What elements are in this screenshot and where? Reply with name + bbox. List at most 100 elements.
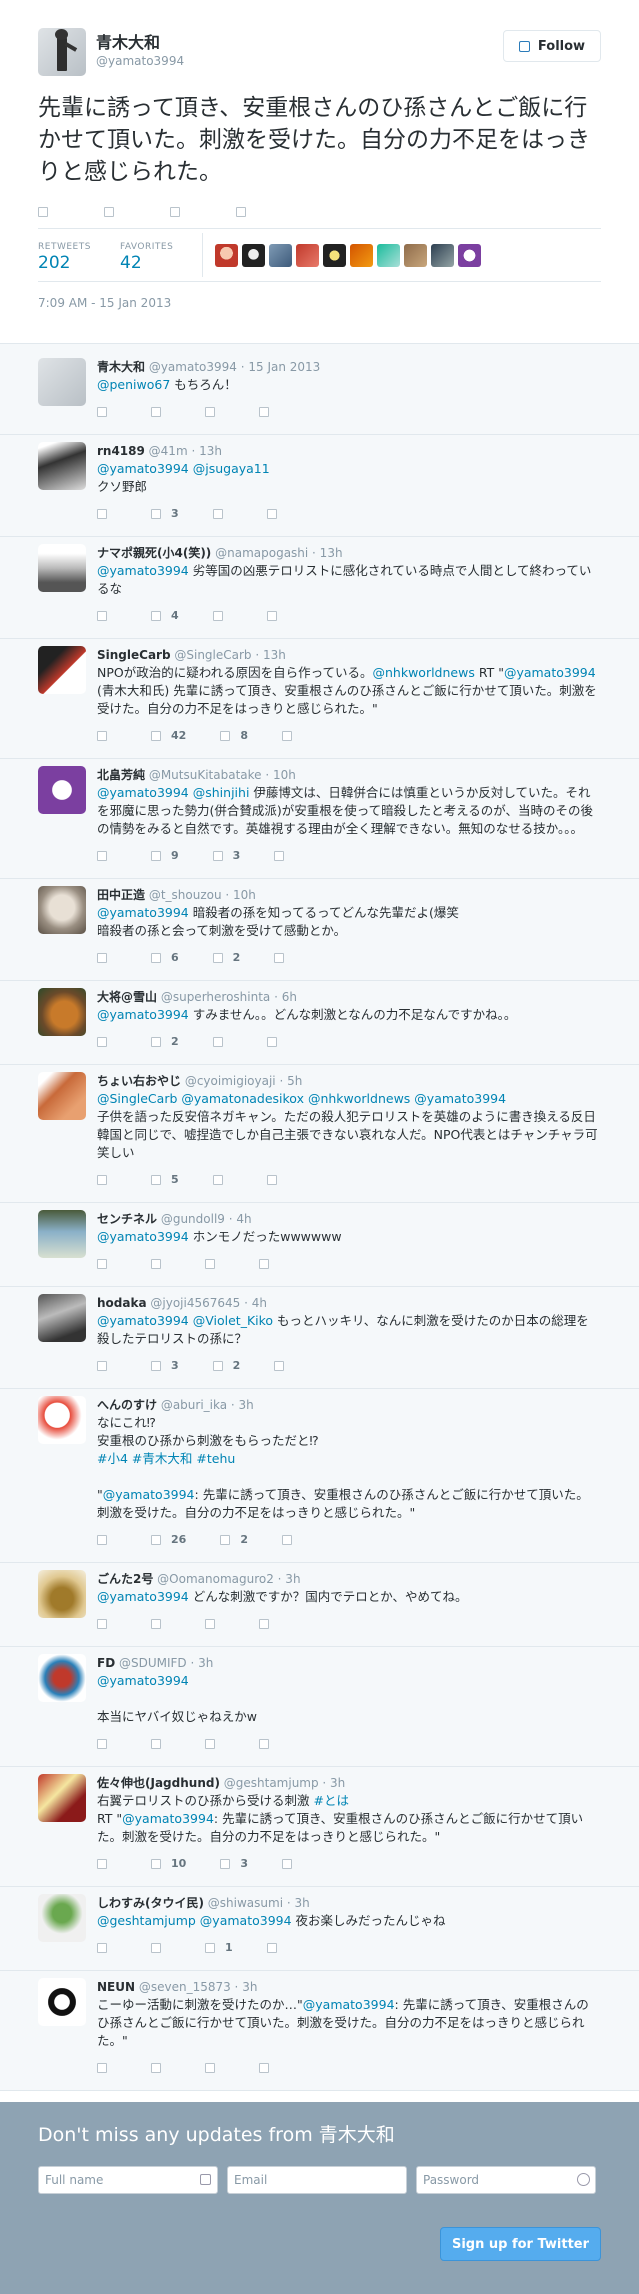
author-name[interactable]: 青木大和 [96,34,184,52]
more-icon[interactable] [274,851,285,861]
reply-handle-time[interactable]: @gundoll9 · 4h [157,1212,252,1226]
reply-author-name[interactable]: FD [97,1656,115,1670]
favorite-icon[interactable] [212,953,223,963]
favorite-icon[interactable] [205,1739,215,1749]
avatar[interactable] [215,243,238,267]
reply-icon[interactable] [97,1943,107,1953]
avatar[interactable] [38,544,86,592]
reply-author-name[interactable]: ナマポ親死(小4(笑)) [97,546,211,560]
reply-author-name[interactable]: SingleCarb [97,648,171,662]
reply-author-name[interactable]: 青木大和 [97,360,145,374]
mention-link[interactable]: @yamato3994 [97,905,189,920]
reply-handle-time[interactable]: @namapogashi · 13h [211,546,342,560]
reply-handle-time[interactable]: @seven_15873 · 3h [135,1980,258,1994]
password-field[interactable]: Password [416,2166,596,2194]
more-icon[interactable] [259,1619,269,1629]
list-item[interactable]: hodaka @jyoji4567645 · 4h @yamato3994 @Vi… [0,1287,639,1389]
retweet-icon[interactable] [151,1361,161,1371]
avatar[interactable] [38,646,86,694]
reply-icon[interactable] [97,1175,107,1185]
list-item[interactable]: へんのすけ @aburi_ika · 3h なにこれ⁉︎ 安重根のひ孫から刺激をもら… [0,1389,639,1563]
retweet-icon[interactable] [151,407,161,417]
favorite-icon[interactable] [220,731,231,741]
mention-link[interactable]: @yamato3994 [504,665,596,680]
reply-handle-time[interactable]: @SDUMIFD · 3h [115,1656,213,1670]
mention-link[interactable]: @shinjihi [193,785,250,800]
reply-icon[interactable] [97,1259,107,1269]
avatar[interactable] [38,442,86,490]
retweet-icon[interactable] [151,731,161,741]
avatar[interactable] [38,1396,86,1444]
reply-icon[interactable] [97,1361,107,1371]
favorite-icon[interactable] [205,2063,215,2073]
mention-link[interactable]: @geshtamjump [97,1913,196,1928]
avatar[interactable] [323,243,346,267]
avatar[interactable] [38,358,86,406]
reply-handle-time[interactable]: @MutsuKitabatake · 10h [145,768,296,782]
signup-button[interactable]: Sign up for Twitter [440,2227,601,2261]
hashtag-link[interactable]: #青木大和 [132,1451,192,1466]
reply-handle-time[interactable]: @superheroshinta · 6h [157,990,297,1004]
retweet-icon[interactable] [151,1619,161,1629]
reply-author-name[interactable]: へんのすけ [97,1398,157,1412]
more-icon[interactable] [259,1739,269,1749]
avatar[interactable] [38,1294,86,1342]
more-icon[interactable] [259,2063,269,2073]
more-icon[interactable] [281,1859,292,1869]
list-item[interactable]: NEUN @seven_15873 · 3h こーゆー活動に刺激を受けたのか…"@… [0,1971,639,2091]
reply-handle-time[interactable]: @SingleCarb · 13h [171,648,286,662]
favorite-icon[interactable] [212,1037,223,1047]
retweet-icon[interactable] [151,611,161,621]
reply-handle-time[interactable]: @41m · 13h [145,444,222,458]
avatar[interactable] [269,243,292,267]
retweet-icon[interactable] [151,1943,161,1953]
favorite-icon[interactable] [205,407,215,417]
retweet-icon[interactable] [151,2063,161,2073]
avatar[interactable] [458,243,481,267]
reply-icon[interactable] [97,1619,107,1629]
avatar[interactable] [38,1894,86,1942]
reply-icon[interactable] [97,731,107,741]
avatar[interactable] [38,1072,86,1120]
reply-author-name[interactable]: 北畠芳純 [97,768,145,782]
mention-link[interactable]: @yamato3994 [200,1913,292,1928]
reply-icon[interactable] [97,1037,107,1047]
reply-icon[interactable] [97,953,107,963]
more-icon[interactable] [281,731,292,741]
reply-icon[interactable] [97,407,107,417]
reply-icon[interactable] [97,2063,107,2073]
more-icon[interactable] [259,1259,269,1269]
mention-link[interactable]: @yamato3994 [97,1673,189,1688]
favorite-icon[interactable] [212,851,223,861]
avatar[interactable] [431,243,454,267]
more-icon[interactable] [281,1535,292,1545]
reply-handle-time[interactable]: @cyoimigioyaji · 5h [181,1074,303,1088]
mention-link[interactable]: @yamato3994 [97,461,189,476]
mention-link[interactable]: @yamato3994 [97,563,189,578]
list-item[interactable]: SingleCarb @SingleCarb · 13h NPOが政治的に疑われる… [0,639,639,759]
mention-link[interactable]: @jsugaya11 [193,461,270,476]
mention-link[interactable]: @yamato3994 [414,1091,506,1106]
list-item[interactable]: ナマポ親死(小4(笑)) @namapogashi · 13h @yamato39… [0,537,639,639]
hashtag-link[interactable]: #小4 [97,1451,128,1466]
hashtag-link[interactable]: #とは [313,1793,348,1808]
avatar[interactable] [38,1654,86,1702]
email-field[interactable]: Email [227,2166,407,2194]
list-item[interactable]: 田中正造 @t_shouzou · 10h @yamato3994 暗殺者の孫を知… [0,879,639,981]
full-name-field[interactable]: Full name [38,2166,218,2194]
reply-icon[interactable] [97,1739,107,1749]
avatar[interactable] [242,243,265,267]
retweet-icon[interactable] [104,207,114,217]
favorite-icon[interactable] [212,1361,223,1371]
avatar[interactable] [377,243,400,267]
reply-author-name[interactable]: rn4189 [97,444,145,458]
avatar[interactable] [38,766,86,814]
avatar[interactable] [350,243,373,267]
reply-icon[interactable] [97,851,107,861]
avatar[interactable] [38,988,86,1036]
avatar[interactable] [38,1210,86,1258]
mention-link[interactable]: @yamato3994 [97,1007,189,1022]
retweet-icon[interactable] [151,1259,161,1269]
mention-link[interactable]: @nhkworldnews [308,1091,410,1106]
more-icon[interactable] [259,407,269,417]
